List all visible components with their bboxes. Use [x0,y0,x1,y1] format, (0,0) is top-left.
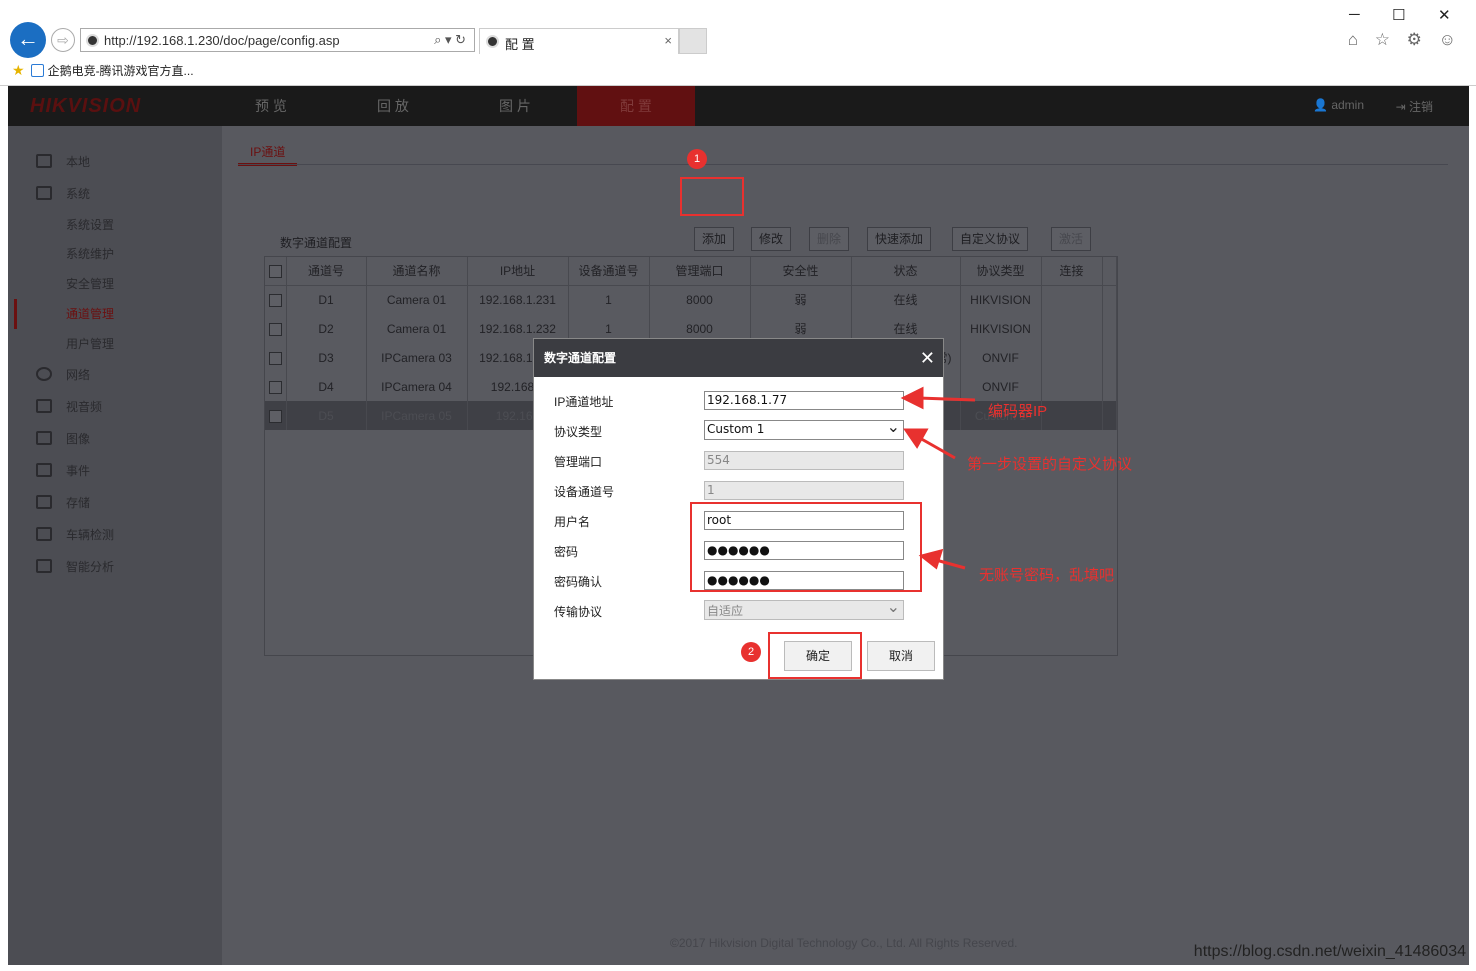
note-custom-protocol: 第一步设置的自定义协议 [967,456,1133,473]
note-account: 无账号密码，乱填吧 [979,567,1115,584]
watermark: https://blog.csdn.net/weixin_41486034 [1193,943,1466,960]
note-encoder-ip: 编码器IP [988,403,1048,420]
annotation-arrows [900,386,976,570]
